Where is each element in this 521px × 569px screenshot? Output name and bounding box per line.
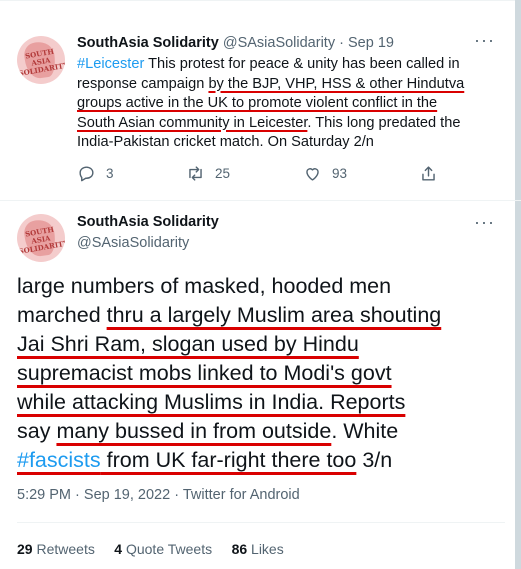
avatar-logo-text: SOUTH ASIA SOLIDARITY <box>17 224 65 256</box>
underlined-text: supremacist mobs linked to Modi's govt <box>17 361 392 385</box>
underlined-text: by the BJP, VHP, HSS & other Hindutva <box>208 75 465 92</box>
tweet-source[interactable]: Twitter for Android <box>183 487 300 503</box>
share-button[interactable] <box>419 164 438 183</box>
tweet-header: SouthAsia Solidarity @SAsiaSolidarity · … <box>77 35 394 51</box>
engagement-stats: 29 Retweets 4 Quote Tweets 86 Likes <box>17 541 284 557</box>
underlined-text: South Asian community in Leicester <box>77 114 308 131</box>
avatar[interactable]: SOUTH ASIA SOLIDARITY <box>17 36 65 84</box>
more-dots-icon[interactable]: ··· <box>474 30 495 51</box>
tweet-text-line: South Asian community in Leicester. This… <box>77 114 487 134</box>
more-dots-icon[interactable]: ··· <box>474 212 495 233</box>
tweet-text: large numbers of masked, hooded men marc… <box>17 272 512 475</box>
meta-divider <box>17 522 505 523</box>
separator-dot: · <box>75 487 80 503</box>
text-segment: 3/n <box>356 448 393 472</box>
retweets-label: Retweets <box>36 541 95 557</box>
top-divider <box>0 0 521 1</box>
avatar[interactable]: SOUTH ASIA SOLIDARITY <box>17 214 65 262</box>
quotes-label: Quote Tweets <box>125 541 213 557</box>
underlined-text: while attacking Muslims in India. Report… <box>17 390 406 414</box>
user-handle[interactable]: @SAsiaSolidarity <box>77 235 189 251</box>
underlined-text: many bussed in from outside <box>56 419 332 443</box>
tweet-meta: 5:29 PM · Sep 19, 2022 · Twitter for And… <box>17 487 300 503</box>
text-segment: . White <box>331 419 399 443</box>
quote-tweets-stat[interactable]: 4 Quote Tweets <box>114 541 212 557</box>
tweet-text-line: say many bussed in from outside. White <box>17 417 512 446</box>
likes-label: Likes <box>251 541 284 557</box>
tweet-full-date[interactable]: Sep 19, 2022 <box>84 487 170 503</box>
tweet-text-line: groups active in the UK to promote viole… <box>77 94 487 114</box>
text-segment: . This long predated the <box>307 114 461 131</box>
reply-button[interactable]: 3 <box>77 164 114 183</box>
underlined-text: from UK far-right there too <box>100 448 357 472</box>
tweet-text: #Leicester This protest for peace & unit… <box>77 55 487 153</box>
heart-icon <box>306 168 319 181</box>
share-icon <box>422 166 435 181</box>
retweet-count: 25 <box>215 166 231 181</box>
tweet-text-line: response campaign by the BJP, VHP, HSS &… <box>77 75 487 95</box>
hashtag-fascists[interactable]: #fascists <box>17 448 101 472</box>
retweet-icon <box>189 166 202 181</box>
user-handle[interactable]: @SAsiaSolidarity <box>223 35 335 51</box>
page-scrollbar[interactable] <box>515 0 521 569</box>
avatar-logo-text: SOUTH ASIA SOLIDARITY <box>17 46 65 78</box>
tweet-text-line: while attacking Muslims in India. Report… <box>17 388 512 417</box>
text-segment: This protest for peace & unity has been … <box>144 56 460 72</box>
like-count: 93 <box>332 166 348 181</box>
underlined-text: Jai Shri Ram, slogan used by Hindu <box>17 332 359 356</box>
quotes-count: 4 <box>114 541 123 557</box>
text-segment: say <box>17 419 57 443</box>
underlined-text: groups active in the UK to promote viole… <box>77 95 438 111</box>
tweet-text-line: India-Pakistan cricket match. On Saturda… <box>77 133 487 153</box>
tweet-date[interactable]: Sep 19 <box>348 35 394 51</box>
retweets-stat[interactable]: 29 Retweets <box>17 541 95 557</box>
likes-stat[interactable]: 86 Likes <box>232 541 284 557</box>
text-segment: large numbers of masked, hooded men <box>17 274 392 298</box>
reply-count: 3 <box>106 166 114 181</box>
underlined-text: thru a largely Muslim area shouting <box>106 303 442 327</box>
tweet-text-line: #Leicester This protest for peace & unit… <box>77 55 487 75</box>
tweet-text-line: Jai Shri Ram, slogan used by Hindu <box>17 330 512 359</box>
tweet-text-line: #fascists from UK far-right there too 3/… <box>17 446 512 475</box>
text-segment: marched <box>17 303 107 327</box>
text-segment: India-Pakistan cricket match. On Saturda… <box>77 134 374 150</box>
display-name[interactable]: SouthAsia Solidarity <box>77 214 219 230</box>
tweet-time[interactable]: 5:29 PM <box>17 487 71 503</box>
display-name[interactable]: SouthAsia Solidarity <box>77 35 219 51</box>
retweet-button[interactable]: 25 <box>186 164 230 183</box>
separator-dot: · <box>174 487 180 503</box>
tweet-text-line: marched thru a largely Muslim area shout… <box>17 301 512 330</box>
tweet-text-line: large numbers of masked, hooded men <box>17 272 512 301</box>
like-button[interactable]: 93 <box>303 164 347 183</box>
retweets-count: 29 <box>17 541 33 557</box>
hashtag-leicester[interactable]: #Leicester <box>77 56 144 72</box>
text-segment: response campaign <box>77 75 209 92</box>
reply-icon <box>79 166 94 182</box>
tweet-divider <box>0 200 521 201</box>
separator-dot: · <box>339 35 344 51</box>
tweet-text-line: supremacist mobs linked to Modi's govt <box>17 359 512 388</box>
tweet-actions: 3 25 93 <box>77 164 437 186</box>
likes-count: 86 <box>231 541 248 557</box>
